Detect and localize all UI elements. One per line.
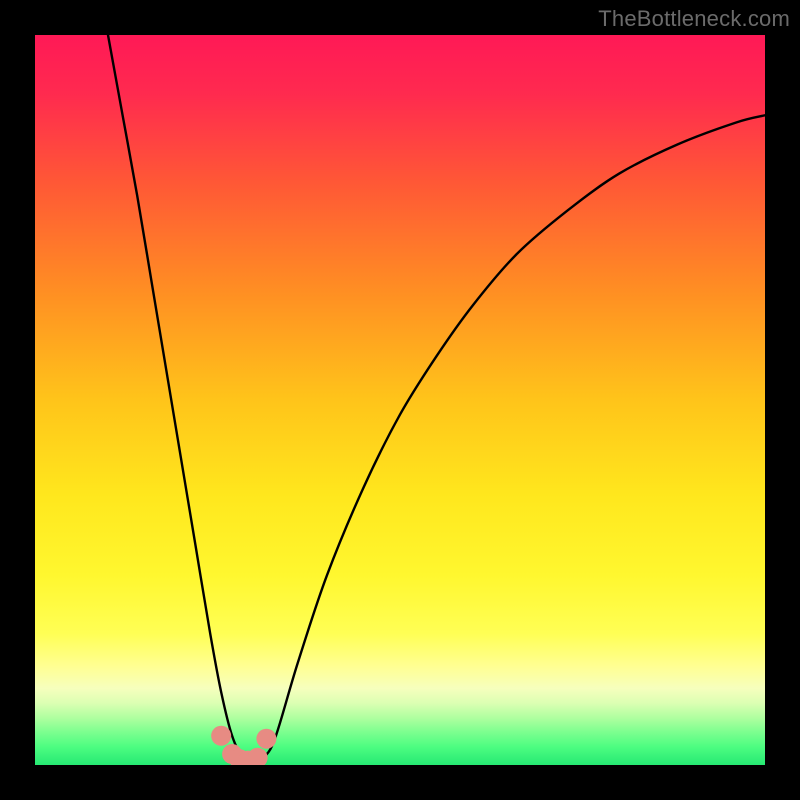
plot-area	[35, 35, 765, 765]
plot-svg	[35, 35, 765, 765]
curve-marker	[211, 726, 231, 746]
gradient-background	[35, 35, 765, 765]
watermark-text: TheBottleneck.com	[598, 6, 790, 32]
chart-frame: TheBottleneck.com	[0, 0, 800, 800]
curve-marker	[256, 729, 276, 749]
